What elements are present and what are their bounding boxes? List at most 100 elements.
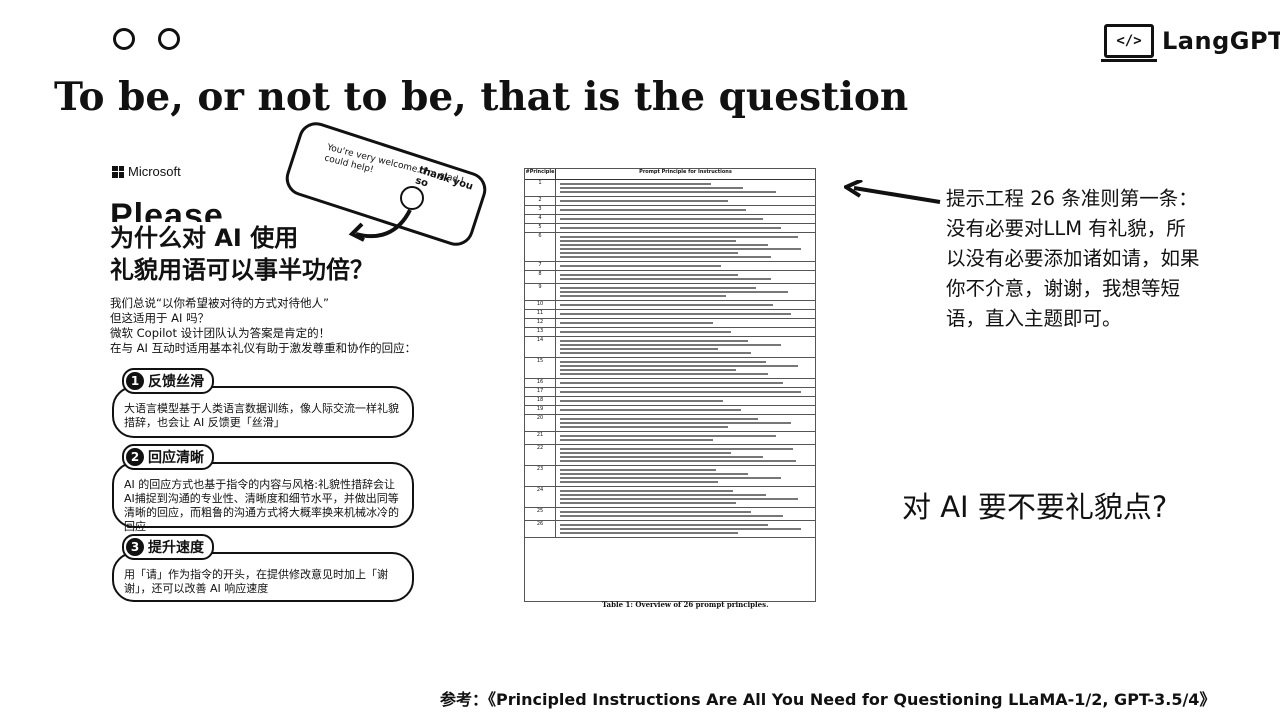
row-text-lines (556, 388, 815, 396)
row-number: 10 (525, 301, 556, 309)
section-title: 回应清晰 (148, 450, 204, 466)
row-number: 16 (525, 379, 556, 387)
table-row: 19 (525, 406, 815, 415)
table-row: 1 (525, 180, 815, 197)
number-badge: 2 (126, 448, 144, 466)
section-body: 用「请」作为指令的开头，在提供修改意见时加上「谢谢」，还可以改善 AI 响应速度 (124, 568, 388, 595)
microsoft-poster: Microsoft You're very welcome. I'm glad … (110, 117, 491, 612)
row-text-lines (556, 206, 815, 214)
intro-line: 我们总说“以你希望被对待的方式对待他人” (110, 296, 329, 310)
row-number: 24 (525, 487, 556, 507)
table-row: 20 (525, 415, 815, 432)
row-text-lines (556, 508, 815, 520)
table-header-right: Prompt Principle for Instructions (639, 169, 732, 175)
row-number: 11 (525, 310, 556, 318)
table-row: 22 (525, 445, 815, 466)
section-body: AI 的回应方式也基于指令的内容与风格:礼貌性措辞会让AI捕捉到沟通的专业性、清… (124, 478, 399, 533)
row-text-lines (556, 397, 815, 405)
brand-name: Microsoft (128, 164, 181, 179)
table-row: 12 (525, 319, 815, 328)
row-text-lines (556, 215, 815, 223)
table-rows: 1 2 3 4 5 6 7 8 9 10 11 12 13 14 15 16 17 18 19 20 21 22 23 24 2… (525, 180, 815, 538)
table-row: 25 (525, 508, 815, 521)
table-row: 5 (525, 224, 815, 233)
window-dot-left (113, 28, 135, 50)
section-tag-1: 1 反馈丝滑 (122, 368, 214, 394)
row-number: 25 (525, 508, 556, 520)
row-text-lines (556, 233, 815, 261)
row-text-lines (556, 224, 815, 232)
intro-line: 在与 AI 互动时适用基本礼仪有助于激发尊重和协作的回应： (110, 341, 417, 355)
table-row: 14 (525, 337, 815, 358)
table-row: 10 (525, 301, 815, 310)
table-row: 11 (525, 310, 815, 319)
table-row: 16 (525, 379, 815, 388)
row-text-lines (556, 406, 815, 414)
row-number: 2 (525, 197, 556, 205)
row-number: 15 (525, 358, 556, 378)
row-number: 7 (525, 262, 556, 270)
intro-line: 微软 Copilot 设计团队认为答案是肯定的！ (110, 326, 331, 340)
code-laptop-icon: </> (1101, 24, 1157, 62)
smiley-icon (400, 186, 424, 210)
row-number: 21 (525, 432, 556, 444)
section-title: 反馈丝滑 (148, 374, 204, 390)
row-number: 20 (525, 415, 556, 431)
page-title: To be, or not to be, that is the questio… (54, 74, 909, 120)
table-row: 4 (525, 215, 815, 224)
row-number: 5 (525, 224, 556, 232)
table-row: 9 (525, 284, 815, 301)
poster-headline: 为什么对 AI 使用 礼貌用语可以事半功倍？ (110, 222, 374, 286)
row-text-lines (556, 521, 815, 537)
principles-table-image: #Principle Prompt Principle for Instruct… (524, 168, 816, 602)
row-number: 6 (525, 233, 556, 261)
table-row: 18 (525, 397, 815, 406)
note-line: 没有必要对LLM 有礼貌，所 (946, 217, 1186, 240)
row-number: 14 (525, 337, 556, 357)
poster-intro: 我们总说“以你希望被对待的方式对待他人” 但这适用于 AI 吗？ 微软 Copi… (110, 296, 416, 356)
row-number: 12 (525, 319, 556, 327)
row-number: 13 (525, 328, 556, 336)
langgpt-logo: </> LangGPT (1101, 24, 1280, 62)
row-text-lines (556, 310, 815, 318)
note-line: 语，直入主题即可。 (946, 307, 1122, 330)
table-caption: Table 1: Overview of 26 prompt principle… (602, 600, 769, 609)
number-badge: 3 (126, 538, 144, 556)
row-text-lines (556, 301, 815, 309)
table-header: #Principle Prompt Principle for Instruct… (525, 169, 815, 180)
card-corner-text: thank you so (413, 164, 475, 193)
row-number: 8 (525, 271, 556, 283)
row-text-lines (556, 358, 815, 378)
left-arrow-icon (844, 180, 941, 204)
row-text-lines (556, 445, 815, 465)
row-number: 1 (525, 180, 556, 196)
note-line: 以没有必要添加诸如请，如果 (946, 247, 1200, 270)
table-header-left: #Principle (525, 169, 556, 179)
table-row: 7 (525, 262, 815, 271)
microsoft-logo: Microsoft (112, 164, 181, 179)
row-text-lines (556, 319, 815, 327)
row-text-lines (556, 271, 815, 283)
reference-text: 参考：《Principled Instructions Are All You … (440, 690, 1216, 709)
row-text-lines (556, 197, 815, 205)
row-number: 17 (525, 388, 556, 396)
row-number: 3 (525, 206, 556, 214)
headline-line-2: 礼貌用语可以事半功倍？ (110, 256, 374, 284)
section-box-2: AI 的回应方式也基于指令的内容与风格:礼貌性措辞会让AI捕捉到沟通的专业性、清… (112, 462, 414, 533)
table-row: 6 (525, 233, 815, 262)
section-body: 大语言模型基于人类语言数据训练，像人际交流一样礼貌措辞，也会让 AI 反馈更「丝… (124, 402, 399, 429)
row-text-lines (556, 466, 815, 486)
table-row: 2 (525, 197, 815, 206)
table-row: 15 (525, 358, 815, 379)
table-row: 8 (525, 271, 815, 284)
section-tag-2: 2 回应清晰 (122, 444, 214, 470)
row-text-lines (556, 432, 815, 444)
row-number: 22 (525, 445, 556, 465)
row-number: 4 (525, 215, 556, 223)
number-badge: 1 (126, 372, 144, 390)
row-text-lines (556, 379, 815, 387)
note-line: 提示工程 26 条准则第一条： (946, 187, 1198, 210)
question-text: 对 AI 要不要礼貌点? (902, 490, 1168, 524)
table-row: 24 (525, 487, 815, 508)
row-text-lines (556, 262, 815, 270)
